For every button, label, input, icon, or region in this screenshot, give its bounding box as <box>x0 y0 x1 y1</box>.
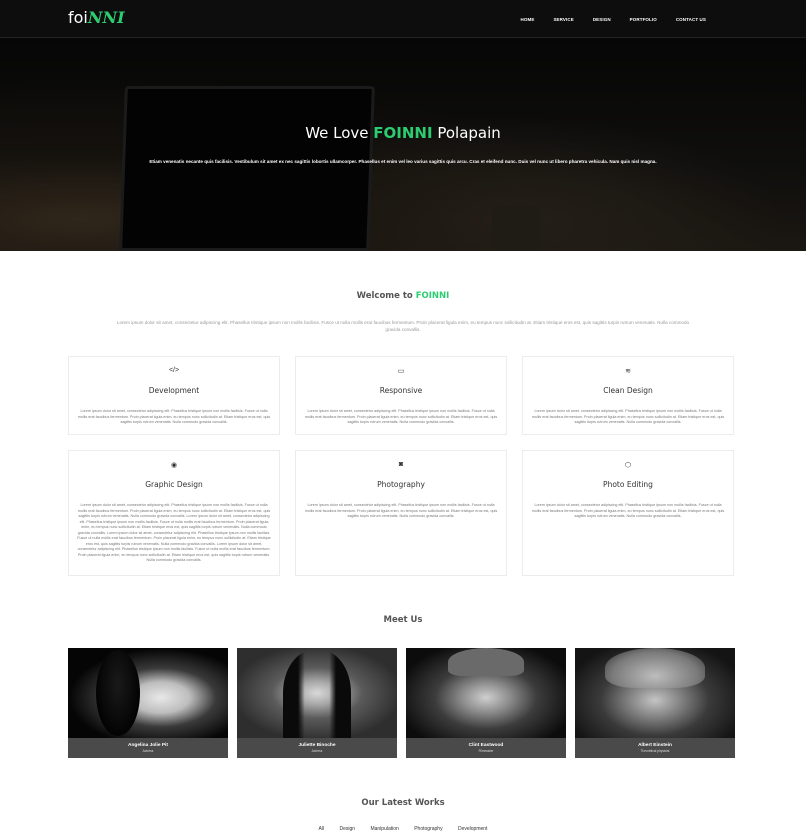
hero-title-brand: FOINNI <box>373 124 433 142</box>
service-title: Graphic Design <box>145 480 203 489</box>
team-title: Meet Us <box>383 615 423 625</box>
service-card-photo-editing: ⬡ Photo Editing Lorem ipsum dolor sit am… <box>522 450 734 576</box>
member-photo <box>68 648 228 738</box>
camera-icon: ◙ <box>398 461 404 468</box>
member-name: Juliette Binoche <box>298 743 336 748</box>
member-caption: Clint Eastwood Filmmaker <box>406 738 566 758</box>
filter-development[interactable]: Development <box>458 826 487 832</box>
member-role: Actress <box>142 749 154 753</box>
team-member-card[interactable]: Juliette Binoche Actress <box>237 648 397 758</box>
hero-subtitle: Etiam venenatis necante quis facilisis. … <box>149 159 657 164</box>
member-photo <box>575 648 735 738</box>
logo-accent: NNI <box>87 8 125 27</box>
member-caption: Juliette Binoche Actress <box>237 738 397 758</box>
filter-manipulation[interactable]: Manipulation <box>370 826 398 832</box>
member-hair <box>96 650 140 736</box>
member-role: Actress <box>311 749 323 753</box>
service-card-photography: ◙ Photography Lorem ipsum dolor sit amet… <box>295 450 507 576</box>
member-photo <box>406 648 566 738</box>
member-role: Theoretical physicist <box>640 749 670 753</box>
hexagon-icon: ⬡ <box>624 462 632 469</box>
member-photo <box>237 648 397 745</box>
hero-banner: We Love FOINNI Polapain Etiam venenatis … <box>0 38 806 251</box>
code-icon: </> <box>168 367 180 374</box>
service-description: Lorem ipsum dolor sit amet, consectetur … <box>304 503 498 518</box>
service-description: Lorem ipsum dolor sit amet, consectetur … <box>304 409 498 424</box>
nav-portfolio[interactable]: PORTFOLIO <box>630 17 657 22</box>
team-member-card[interactable]: Angelina Jolie Pit Actress <box>68 648 228 758</box>
member-name: Albert Einstein <box>638 743 672 748</box>
filter-all[interactable]: All <box>319 826 325 832</box>
service-card-responsive: ▭ Responsive Lorem ipsum dolor sit amet,… <box>295 356 507 435</box>
monitor-icon: ▭ <box>397 368 405 375</box>
team-member-card[interactable]: Albert Einstein Theoretical physicist <box>575 648 735 758</box>
nav-home[interactable]: HOME <box>521 17 535 22</box>
service-card-development: </> Development Lorem ipsum dolor sit am… <box>68 356 280 435</box>
team-member-card[interactable]: Clint Eastwood Filmmaker <box>406 648 566 758</box>
works-title: Our Latest Works <box>361 798 445 808</box>
service-title: Responsive <box>379 386 423 395</box>
member-hair <box>448 648 524 676</box>
welcome-title-brand: FOINNI <box>415 291 450 301</box>
member-caption: Albert Einstein Theoretical physicist <box>575 738 735 758</box>
service-card-graphic-design: ◉ Graphic Design Lorem ipsum dolor sit a… <box>68 450 280 576</box>
main-menu: HOME SERVICE DESIGN PORTFOLIO CONTACT US <box>502 17 706 22</box>
top-navbar: foiNNI HOME SERVICE DESIGN PORTFOLIO CON… <box>0 0 806 38</box>
hero-title: We Love FOINNI Polapain <box>305 124 501 142</box>
member-hair <box>605 648 705 688</box>
wifi-icon: ≋ <box>625 368 631 375</box>
logo-text: foi <box>68 8 88 27</box>
service-description: Lorem ipsum dolor sit amet, consectetur … <box>531 503 725 518</box>
service-description: Lorem ipsum dolor sit amet, consectetur … <box>77 503 271 562</box>
member-hair <box>283 650 351 745</box>
service-title: Clean Design <box>603 386 653 395</box>
hero-overlay <box>0 38 806 251</box>
service-card-clean-design: ≋ Clean Design Lorem ipsum dolor sit ame… <box>522 356 734 435</box>
welcome-title: Welcome to FOINNI <box>356 291 450 301</box>
filter-design[interactable]: Design <box>340 826 356 832</box>
service-title: Photo Editing <box>603 480 653 489</box>
service-description: Lorem ipsum dolor sit amet, consectetur … <box>77 409 271 424</box>
eye-icon: ◉ <box>170 462 178 469</box>
welcome-text: Lorem ipsum dolor sit amet, consectetur … <box>116 320 690 332</box>
nav-design[interactable]: DESIGN <box>593 17 611 22</box>
site-logo[interactable]: foiNNI <box>68 8 125 27</box>
nav-service[interactable]: SERVICE <box>553 17 573 22</box>
member-role: Filmmaker <box>478 749 494 753</box>
member-name: Angelina Jolie Pit <box>128 743 168 748</box>
service-title: Development <box>148 386 200 395</box>
member-caption: Angelina Jolie Pit Actress <box>68 738 228 758</box>
filter-photography[interactable]: Photography <box>414 826 442 832</box>
service-description: Lorem ipsum dolor sit amet, consectetur … <box>531 409 725 424</box>
nav-contact-us[interactable]: CONTACT US <box>676 17 706 22</box>
service-title: Photography <box>377 480 425 489</box>
member-name: Clint Eastwood <box>468 743 504 748</box>
works-filter-bar: All Design Manipulation Photography Deve… <box>0 826 806 832</box>
